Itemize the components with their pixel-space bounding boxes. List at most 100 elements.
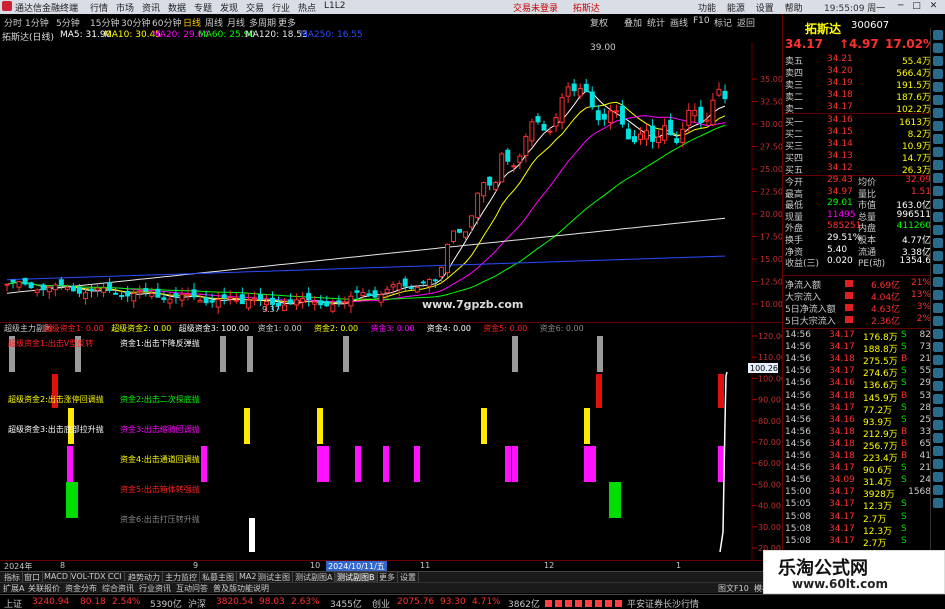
ext-tab-4[interactable]: 行业资讯 [139, 583, 171, 594]
period-1min[interactable]: 1分钟 [25, 16, 49, 29]
side-tool-icon[interactable] [933, 394, 943, 404]
side-tool-icon[interactable] [933, 316, 943, 326]
y-tick-label: 25.00 [760, 165, 782, 174]
side-tool-icon[interactable] [933, 381, 943, 391]
candle-body [372, 290, 378, 298]
side-tool-icon[interactable] [933, 121, 943, 131]
ext-tab-5[interactable]: 互动问答 [176, 583, 208, 594]
tool-fanhui[interactable]: 返回 [737, 16, 755, 29]
side-tool-icon[interactable] [933, 433, 943, 443]
minimize-icon[interactable]: ─ [898, 1, 903, 11]
ext-tab-0[interactable]: 扩展A [3, 583, 24, 594]
side-tool-icon[interactable] [933, 43, 943, 53]
menu-hangqing[interactable]: 行情 [90, 1, 116, 14]
period-more[interactable]: 更多 [278, 16, 296, 29]
side-tool-icon[interactable] [933, 485, 943, 495]
side-tool-icon[interactable] [933, 95, 943, 105]
period-daily[interactable]: 日线 [183, 16, 201, 29]
side-tool-icon[interactable] [933, 186, 943, 196]
period-15min[interactable]: 15分钟 [90, 16, 119, 29]
period-monthly[interactable]: 月线 [227, 16, 245, 29]
tool-tongji[interactable]: 统计 [647, 16, 665, 29]
side-tool-icon[interactable] [933, 329, 943, 339]
tool-f10[interactable]: F10 [693, 16, 710, 26]
side-tool-icon[interactable] [933, 82, 943, 92]
side-tool-icon[interactable] [933, 355, 943, 365]
side-tool-icon[interactable] [933, 199, 943, 209]
side-tool-icon[interactable] [933, 225, 943, 235]
window-controls: ─ □ ✕ [898, 1, 943, 11]
legend-mid-item: 资金2:出击二次探底抛 [120, 394, 200, 404]
menu-l1l2[interactable]: L1L2 [324, 1, 350, 14]
candle-body [137, 290, 143, 293]
side-tool-icon[interactable] [933, 277, 943, 287]
tick-price: 34.17 [829, 463, 855, 474]
period-5min[interactable]: 5分钟 [56, 16, 80, 29]
ext-tab-f10[interactable]: 图文F10 [718, 583, 749, 594]
menu-redian[interactable]: 热点 [298, 1, 324, 14]
tool-fuquan[interactable]: 复权 [590, 16, 608, 29]
menu-hangye[interactable]: 行业 [272, 1, 298, 14]
maximize-icon[interactable]: □ [912, 1, 921, 11]
signal-bar [505, 446, 511, 482]
side-tool-icon[interactable] [933, 56, 943, 66]
candle-body [529, 121, 535, 142]
period-30min[interactable]: 30分钟 [121, 16, 150, 29]
menu-nengyuan[interactable]: 能源 [727, 4, 745, 14]
side-tool-icon[interactable] [933, 238, 943, 248]
menu-shezhi[interactable]: 设置 [756, 4, 774, 14]
ext-tab-3[interactable]: 综合资讯 [102, 583, 134, 594]
side-tool-icon[interactable] [933, 212, 943, 222]
tick-volume: 145.9万 [863, 393, 898, 404]
period-60min[interactable]: 60分钟 [152, 16, 181, 29]
menu-faxian[interactable]: 发现 [220, 1, 246, 14]
close-icon[interactable]: ✕ [930, 1, 938, 11]
side-tool-icon[interactable] [933, 420, 943, 430]
side-tool-icon[interactable] [933, 108, 943, 118]
menu-shuju[interactable]: 数据 [168, 1, 194, 14]
menu-bangzhu[interactable]: 帮助 [785, 4, 803, 14]
side-tool-icon[interactable] [933, 134, 943, 144]
candle-body [306, 293, 312, 301]
ext-tab-6[interactable]: 普及版功能说明 [213, 583, 269, 594]
ext-tab-1[interactable]: 关联报价 [28, 583, 60, 594]
status-item: 3820.54 [216, 597, 254, 607]
side-tool-icon[interactable] [933, 264, 943, 274]
flow-label: 5日大宗流入 [785, 317, 836, 327]
menu-zhuanti[interactable]: 专题 [194, 1, 220, 14]
status-strength-block [565, 600, 572, 607]
side-tool-icon[interactable] [933, 160, 943, 170]
indicator-panel[interactable]: 超级主力副图超级资金1: 0.00 超级资金2: 0.00 超级资金3: 100.0… [0, 322, 782, 560]
tab-macd[interactable]: MACD [42, 572, 71, 581]
side-tool-icon[interactable] [933, 407, 943, 417]
side-tool-icon[interactable] [933, 303, 943, 313]
side-tool-icon[interactable] [933, 459, 943, 469]
side-tool-icon[interactable] [933, 498, 943, 508]
period-fenshi[interactable]: 分时 [4, 16, 22, 29]
period-weekly[interactable]: 周线 [205, 16, 223, 29]
side-tool-icon[interactable] [933, 368, 943, 378]
tool-biaoji[interactable]: 标记 [714, 16, 732, 29]
period-multi[interactable]: 多周期 [249, 16, 276, 29]
ext-tab-2[interactable]: 资金分布 [65, 583, 97, 594]
side-tool-icon[interactable] [933, 173, 943, 183]
side-tool-icon[interactable] [933, 251, 943, 261]
side-tool-icon[interactable] [933, 472, 943, 482]
side-tool-icon[interactable] [933, 30, 943, 40]
side-tool-icon[interactable] [933, 342, 943, 352]
menu-zixun[interactable]: 资讯 [142, 1, 168, 14]
stock-link[interactable]: 拓斯达 [573, 4, 600, 14]
side-tool-icon[interactable] [933, 290, 943, 300]
tool-huaxian[interactable]: 画线 [670, 16, 688, 29]
side-tool-icon[interactable] [933, 446, 943, 456]
side-tool-icon[interactable] [933, 147, 943, 157]
candlestick-chart[interactable]: 35.00 32.50 30.00 27.50 25.00 22.50 20.00 17.50… [0, 42, 782, 320]
menu-shichang[interactable]: 市场 [116, 1, 142, 14]
tool-diejia[interactable]: 叠加 [624, 16, 642, 29]
trade-login-link[interactable]: 交易未登录 [513, 4, 558, 14]
menu-gongneng[interactable]: 功能 [698, 4, 716, 14]
menu-jiaoyi[interactable]: 交易 [246, 1, 272, 14]
tab-cci[interactable]: CCI [106, 572, 125, 581]
side-tool-icon[interactable] [933, 69, 943, 79]
tab-vol-tdx[interactable]: VOL-TDX [69, 572, 109, 581]
